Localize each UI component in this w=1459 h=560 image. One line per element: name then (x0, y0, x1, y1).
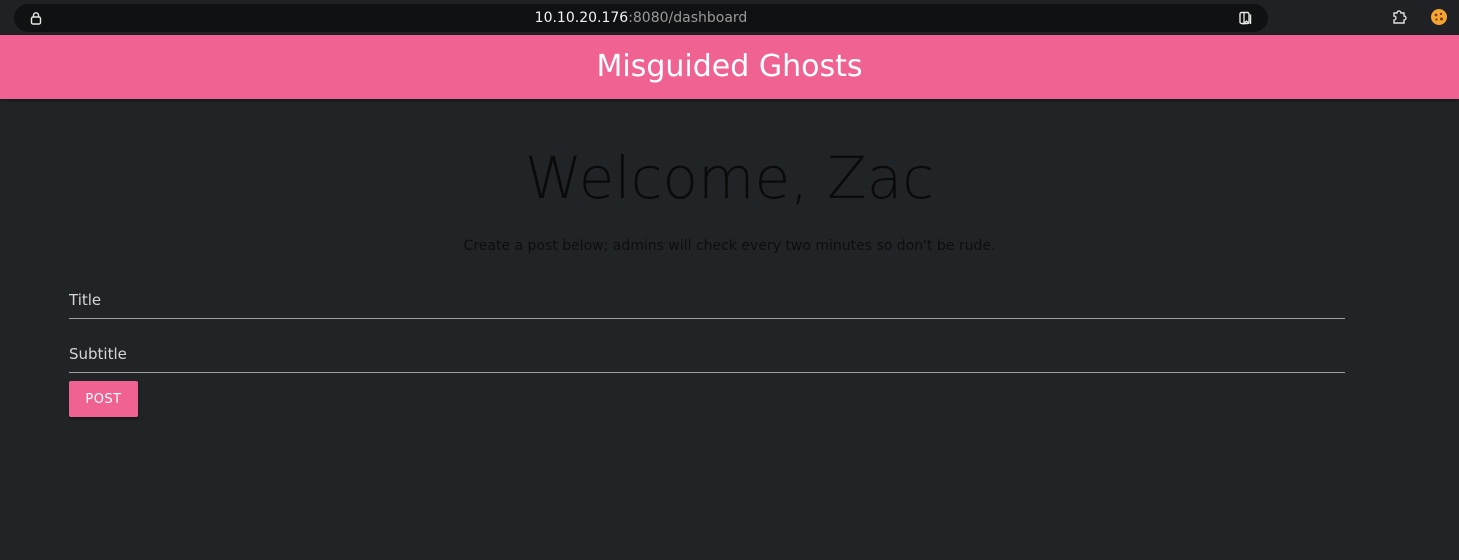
post-button[interactable]: POST (69, 381, 138, 417)
url-path: :8080/dashboard (628, 10, 748, 26)
extensions-icon[interactable] (1391, 8, 1409, 26)
url-text[interactable]: 10.10.20.176:8080/dashboard (14, 4, 1268, 32)
subtitle-field (69, 336, 1345, 373)
subtitle-input[interactable] (69, 336, 1345, 372)
reader-view-icon[interactable] (1238, 10, 1254, 26)
instructions-text: Create a post below; admins will check e… (463, 238, 996, 254)
profile-icon[interactable] (1430, 8, 1448, 26)
site-header: Misguided Ghosts (0, 35, 1459, 99)
welcome-heading: Welcome, Zac (524, 144, 935, 212)
title-field (69, 282, 1345, 319)
site-title[interactable]: Misguided Ghosts (0, 35, 1459, 99)
browser-toolbar: 10.10.20.176:8080/dashboard (0, 0, 1459, 35)
title-input[interactable] (69, 282, 1345, 318)
url-host: 10.10.20.176 (534, 10, 629, 26)
address-bar[interactable]: 10.10.20.176:8080/dashboard (14, 4, 1268, 32)
